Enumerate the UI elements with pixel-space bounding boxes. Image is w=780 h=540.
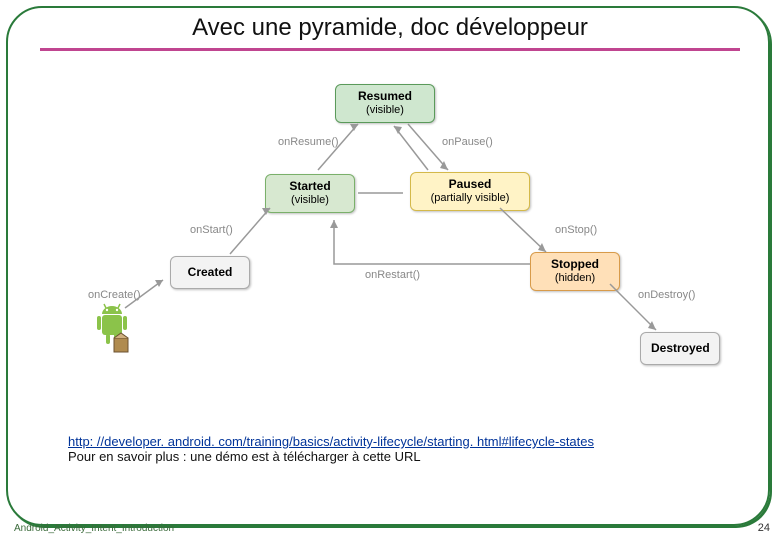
android-icon (88, 302, 136, 358)
arrow-onrestart (330, 214, 540, 274)
state-created: Created (170, 256, 250, 289)
state-sub: (visible) (346, 104, 424, 118)
label-onstart: onStart() (190, 224, 233, 236)
state-resumed: Resumed (visible) (335, 84, 435, 123)
arrow-ondestroy (610, 278, 668, 338)
label-onstop: onStop() (555, 224, 597, 236)
page-title: Avec une pyramide, doc développeur (0, 14, 780, 42)
state-name: Started (276, 179, 344, 194)
state-name: Destroyed (651, 341, 709, 356)
arrow-onresume (318, 118, 370, 176)
arrow-paused-to-resumed (390, 120, 434, 174)
state-name: Paused (421, 177, 519, 192)
state-sub: (visible) (276, 194, 344, 208)
arrow-started-to-paused (358, 188, 413, 198)
state-name: Resumed (346, 89, 424, 104)
page-number: 24 (758, 522, 770, 534)
state-sub: (hidden) (541, 272, 609, 286)
state-name: Created (181, 265, 239, 280)
link-block: http: //developer. android. com/training… (68, 434, 720, 464)
doc-link[interactable]: http: //developer. android. com/training… (68, 434, 594, 449)
title-underline (40, 48, 740, 51)
link-caption: Pour en savoir plus : une démo est à tél… (68, 449, 421, 464)
lifecycle-diagram: Resumed (visible) Started (visible) Paus… (30, 64, 740, 384)
footer-label: Android_Activity_Intent_Introduction (14, 523, 174, 534)
arrow-onstart (230, 202, 282, 260)
